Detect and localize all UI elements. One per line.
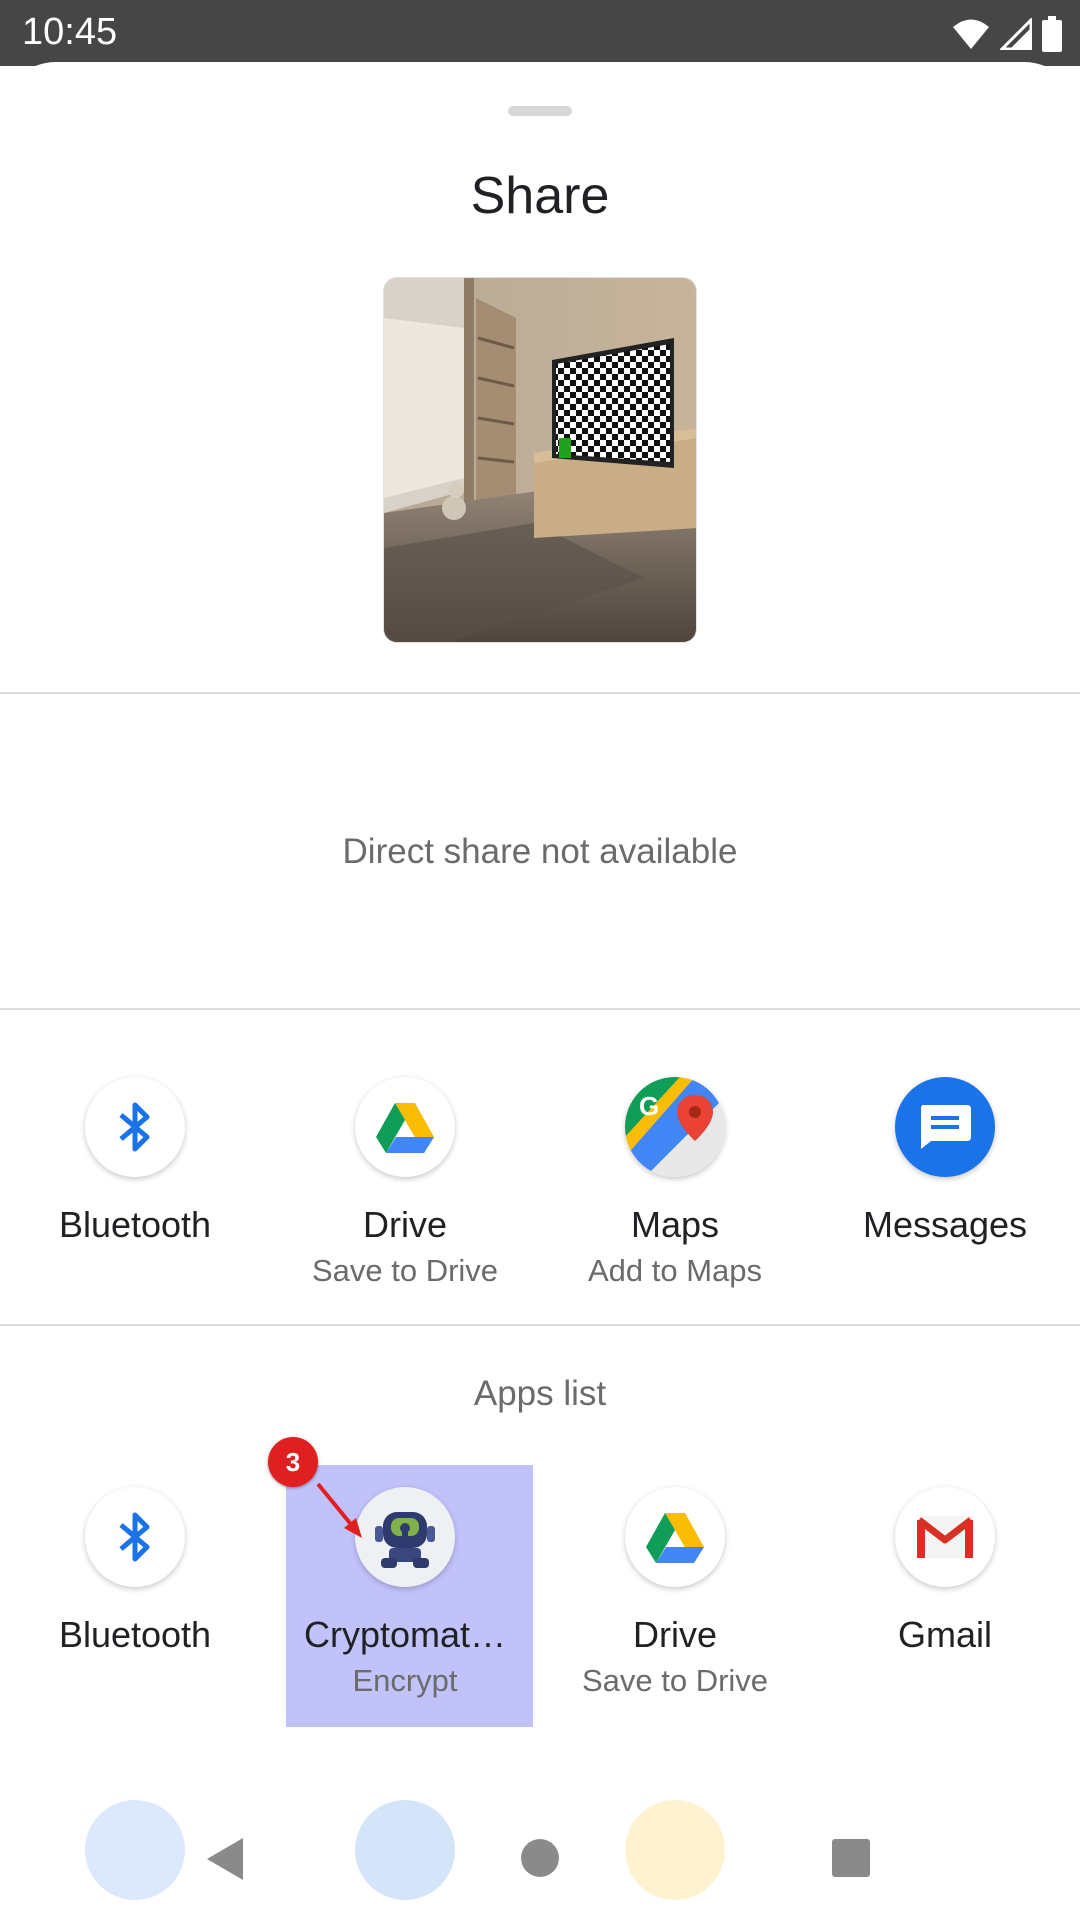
cryptomator-robot-icon — [355, 1487, 455, 1587]
app-gmail[interactable]: Gmail — [810, 1487, 1080, 1717]
share-target-maps[interactable]: G Maps Add to Maps — [540, 1077, 810, 1307]
app-label: Drive — [632, 1614, 717, 1655]
app-label: Bluetooth — [58, 1614, 212, 1655]
bluetooth-icon — [85, 1077, 185, 1177]
share-target-bluetooth[interactable]: Bluetooth — [0, 1077, 270, 1307]
wifi-icon — [953, 19, 989, 49]
battery-icon — [1042, 16, 1062, 52]
divider — [0, 1324, 1080, 1326]
divider — [0, 692, 1080, 694]
drive-icon — [355, 1077, 455, 1177]
image-preview — [383, 277, 697, 643]
home-icon[interactable] — [520, 1838, 560, 1878]
share-target-messages[interactable]: Messages — [810, 1077, 1080, 1307]
app-drive[interactable]: Drive Save to Drive — [540, 1487, 810, 1717]
app-bluetooth[interactable]: Bluetooth — [0, 1487, 270, 1717]
target-label: Bluetooth — [58, 1204, 212, 1245]
drive-icon — [625, 1487, 725, 1587]
messages-icon — [895, 1077, 995, 1177]
share-title: Share — [470, 167, 610, 225]
target-sublabel: Save to Drive — [311, 1253, 499, 1288]
share-target-drive[interactable]: Drive Save to Drive — [270, 1077, 540, 1307]
app-sublabel: Encrypt — [352, 1663, 458, 1698]
target-sublabel: Add to Maps — [587, 1253, 763, 1288]
direct-share-message: Direct share not available — [342, 832, 738, 871]
signal-icon — [1000, 18, 1032, 50]
navigation-bar — [0, 1800, 1080, 1920]
app-label: Gmail — [897, 1614, 992, 1655]
divider — [0, 1008, 1080, 1010]
step-badge: 3 — [268, 1437, 318, 1487]
status-bar: 10:45 — [0, 0, 1080, 66]
back-icon[interactable] — [205, 1836, 245, 1882]
target-label: Drive — [362, 1204, 447, 1245]
status-icons — [952, 14, 1062, 54]
svg-text:G: G — [639, 1091, 659, 1121]
app-label: Cryptomat… — [303, 1614, 507, 1655]
gmail-icon — [895, 1487, 995, 1587]
maps-icon: G — [625, 1077, 725, 1177]
apps-list-label: Apps list — [473, 1374, 607, 1413]
drag-handle[interactable] — [508, 106, 572, 116]
recents-icon[interactable] — [831, 1838, 871, 1878]
target-label: Messages — [862, 1204, 1028, 1245]
app-sublabel: Save to Drive — [581, 1663, 769, 1698]
status-time: 10:45 — [22, 11, 118, 53]
target-label: Maps — [630, 1204, 720, 1245]
bluetooth-icon — [85, 1487, 185, 1587]
